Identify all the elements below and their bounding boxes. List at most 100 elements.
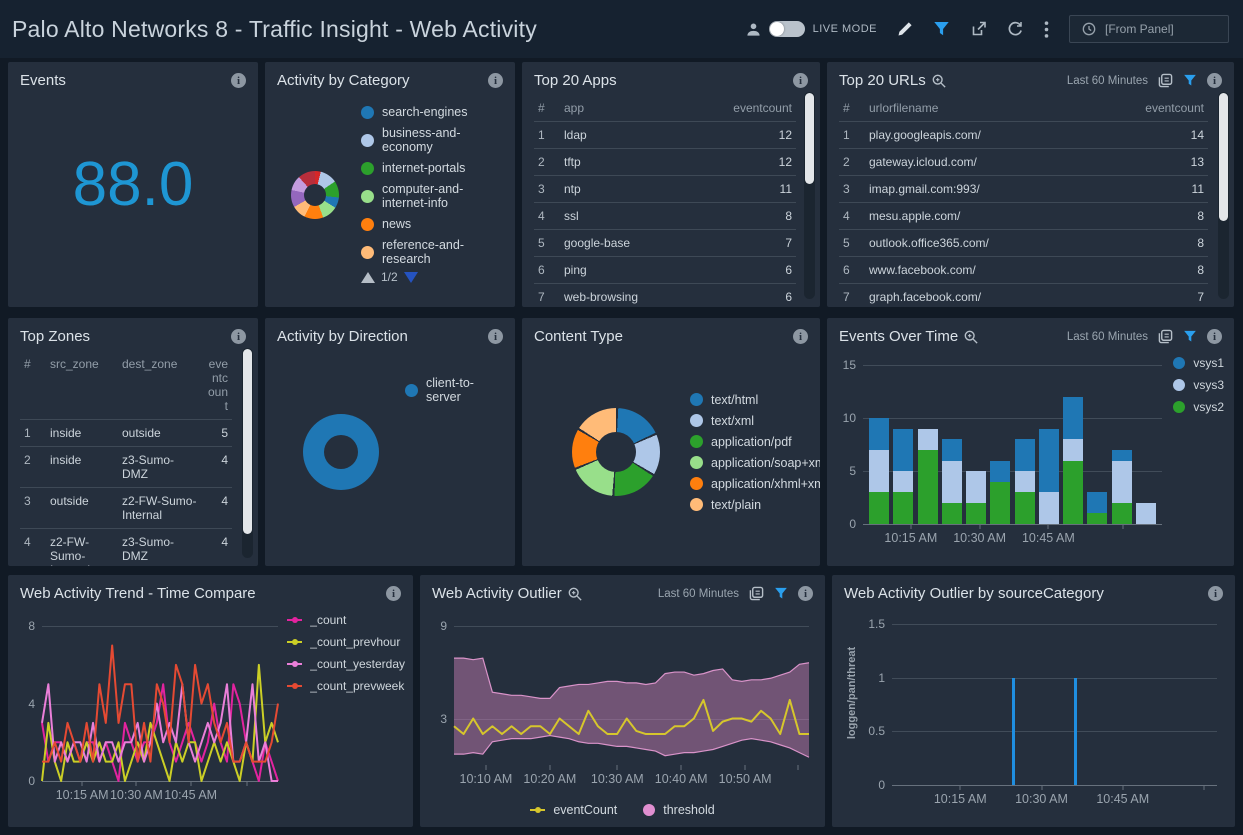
legend-item[interactable]: eventCount: [530, 803, 617, 817]
refresh-icon[interactable]: [1007, 21, 1024, 37]
time-range-selector[interactable]: [From Panel]: [1069, 15, 1229, 43]
kebab-menu-icon[interactable]: [1044, 21, 1049, 38]
queries-icon[interactable]: [749, 586, 764, 601]
table-row[interactable]: 7graph.facebook.com/7: [839, 284, 1208, 308]
legend-item[interactable]: reference-and-research: [361, 238, 505, 266]
column-header[interactable]: eventcount: [202, 351, 232, 420]
events-over-time-chart[interactable]: 05101510:15 AM10:30 AM10:45 AM: [863, 360, 1162, 524]
table-row[interactable]: 7web-browsing6: [534, 284, 796, 308]
stacked-bar[interactable]: [1039, 360, 1059, 524]
info-icon[interactable]: i: [488, 329, 503, 344]
info-icon[interactable]: i: [231, 329, 246, 344]
live-mode-toggle[interactable]: [769, 21, 805, 37]
legend-item[interactable]: client-to-server: [405, 376, 505, 404]
info-icon[interactable]: i: [793, 329, 808, 344]
info-icon[interactable]: i: [488, 73, 503, 88]
table-row[interactable]: 6ping6: [534, 257, 796, 284]
column-header[interactable]: app: [560, 95, 678, 122]
legend-item[interactable]: _count_prevweek: [287, 679, 405, 693]
category-donut-chart[interactable]: [291, 171, 339, 219]
table-row[interactable]: 4ssl8: [534, 203, 796, 230]
legend-item[interactable]: text/xml: [690, 414, 820, 428]
stacked-bar[interactable]: [942, 360, 962, 524]
scrollbar-track[interactable]: [1218, 92, 1229, 299]
table-row[interactable]: 1insideoutside5: [20, 420, 232, 447]
outlier-by-source-chart[interactable]: 00.511.510:15 AM10:30 AM10:45 AM: [892, 619, 1217, 785]
legend-item[interactable]: text/html: [690, 393, 820, 407]
zoom-in-icon[interactable]: [932, 74, 946, 88]
stacked-bar[interactable]: [966, 360, 986, 524]
scrollbar-thumb[interactable]: [805, 93, 814, 184]
legend-page-up-icon[interactable]: [361, 272, 375, 283]
column-header[interactable]: urlorfilename: [865, 95, 1037, 122]
info-icon[interactable]: i: [386, 586, 401, 601]
legend-item[interactable]: vsys2: [1173, 400, 1224, 414]
legend-item[interactable]: internet-portals: [361, 161, 505, 175]
legend-item[interactable]: computer-and-internet-info: [361, 182, 505, 210]
zoom-in-icon[interactable]: [568, 587, 582, 601]
info-icon[interactable]: i: [1207, 329, 1222, 344]
column-header[interactable]: dest_zone: [118, 351, 202, 420]
legend-item[interactable]: threshold: [643, 803, 714, 817]
column-header[interactable]: #: [20, 351, 46, 420]
stacked-bar[interactable]: [869, 360, 889, 524]
legend-item[interactable]: application/soap+xml: [690, 456, 820, 470]
legend-item[interactable]: application/pdf: [690, 435, 820, 449]
table-row[interactable]: 3imap.gmail.com:993/11: [839, 176, 1208, 203]
zoom-in-icon[interactable]: [964, 330, 978, 344]
table-row[interactable]: 2insidez3-Sumo-DMZ4: [20, 447, 232, 488]
stacked-bar[interactable]: [1136, 360, 1156, 524]
stacked-bar[interactable]: [1015, 360, 1035, 524]
outlier-chart[interactable]: 3910:10 AM10:20 AM10:30 AM10:40 AM10:50 …: [454, 621, 809, 765]
legend-item[interactable]: business-and-economy: [361, 126, 505, 154]
legend-item[interactable]: text/plain: [690, 498, 820, 512]
spike-bar[interactable]: [1012, 678, 1015, 785]
column-header[interactable]: #: [534, 95, 560, 122]
legend-item[interactable]: _count: [287, 613, 405, 627]
legend-item[interactable]: search-engines: [361, 105, 505, 119]
legend-item[interactable]: vsys1: [1173, 356, 1224, 370]
scrollbar-track[interactable]: [804, 92, 815, 299]
legend-item[interactable]: _count_prevhour: [287, 635, 405, 649]
scrollbar-track[interactable]: [242, 348, 253, 558]
panel-filter-icon[interactable]: [1183, 74, 1197, 87]
table-row[interactable]: 3outsidez2-FW-Sumo-Internal4: [20, 488, 232, 529]
legend-item[interactable]: _count_yesterday: [287, 657, 405, 671]
table-row[interactable]: 4z2-FW-Sumo-Internalz3-Sumo-DMZ4: [20, 529, 232, 567]
info-icon[interactable]: i: [1207, 73, 1222, 88]
legend-item[interactable]: vsys3: [1173, 378, 1224, 392]
legend-item[interactable]: application/xhml+xml: [690, 477, 820, 491]
table-row[interactable]: 5outlook.office365.com/8: [839, 230, 1208, 257]
panel-filter-icon[interactable]: [774, 587, 788, 600]
table-row[interactable]: 2gateway.icloud.com/13: [839, 149, 1208, 176]
trend-chart[interactable]: 04810:15 AM10:30 AM10:45 AM: [42, 621, 278, 781]
table-row[interactable]: 1play.googleapis.com/14: [839, 122, 1208, 149]
direction-donut-chart[interactable]: [303, 414, 379, 490]
column-header[interactable]: eventcount: [1037, 95, 1209, 122]
column-header[interactable]: #: [839, 95, 865, 122]
content-type-donut-chart[interactable]: [572, 408, 660, 496]
table-row[interactable]: 6www.facebook.com/8: [839, 257, 1208, 284]
stacked-bar[interactable]: [1063, 360, 1083, 524]
stacked-bar[interactable]: [990, 360, 1010, 524]
queries-icon[interactable]: [1158, 73, 1173, 88]
spike-bar[interactable]: [1074, 678, 1077, 785]
table-row[interactable]: 5google-base7: [534, 230, 796, 257]
legend-page-down-icon[interactable]: [404, 272, 418, 283]
share-icon[interactable]: [970, 21, 987, 37]
filter-icon[interactable]: [933, 21, 950, 37]
panel-filter-icon[interactable]: [1183, 330, 1197, 343]
info-icon[interactable]: i: [793, 73, 808, 88]
queries-icon[interactable]: [1158, 329, 1173, 344]
info-icon[interactable]: i: [798, 586, 813, 601]
table-row[interactable]: 2tftp12: [534, 149, 796, 176]
stacked-bar[interactable]: [1112, 360, 1132, 524]
table-row[interactable]: 1ldap12: [534, 122, 796, 149]
scrollbar-thumb[interactable]: [1219, 93, 1228, 221]
stacked-bar[interactable]: [1087, 360, 1107, 524]
info-icon[interactable]: i: [1208, 586, 1223, 601]
edit-pencil-icon[interactable]: [897, 21, 913, 37]
column-header[interactable]: src_zone: [46, 351, 118, 420]
table-row[interactable]: 4mesu.apple.com/8: [839, 203, 1208, 230]
legend-item[interactable]: news: [361, 217, 505, 231]
